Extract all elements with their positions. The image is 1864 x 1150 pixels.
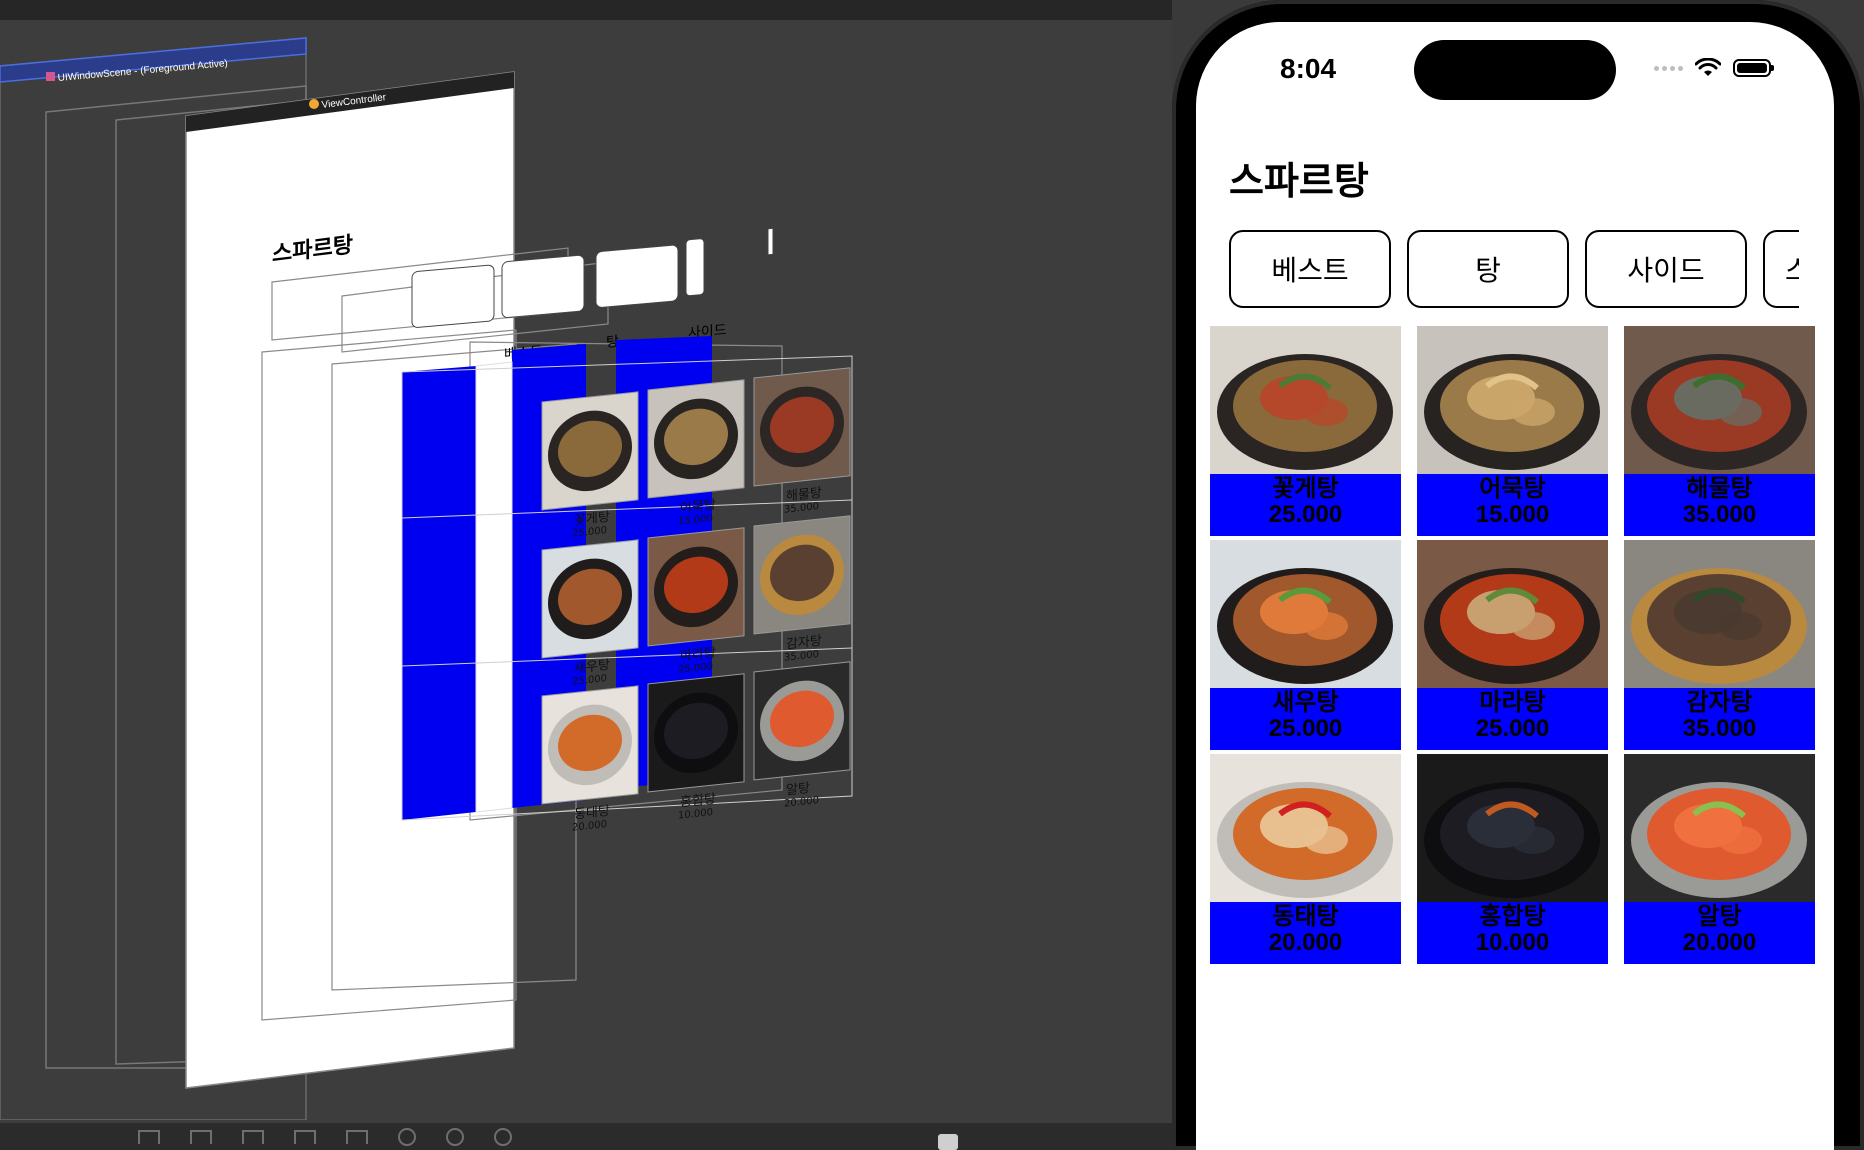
iphone-screen: 8:04 스파르탕 베스트 탕 사이드 스 꽃게탕 25.000 어묵탕 15.000…	[1196, 22, 1834, 1150]
wifi-icon	[1695, 58, 1721, 76]
menu-item-price: 35.000	[1682, 501, 1757, 528]
layer-thumbnails[interactable]: 꽃게탕25.000어묵탕15.000해물탕35.000새우탕25.000마라탕2…	[541, 367, 851, 837]
menu-item-name: 동태탕	[1272, 903, 1339, 930]
layer-item-price: 35.000	[784, 649, 819, 664]
exploded-view-canvas[interactable]: UIWindowScene - (Foreground Active) View…	[0, 20, 1172, 1120]
menu-item[interactable]: 새우탕 25.000	[1210, 540, 1401, 750]
menu-item[interactable]: 어묵탕 15.000	[1417, 326, 1608, 536]
menu-item-price: 35.000	[1682, 715, 1757, 742]
tab-more-partial[interactable]: 스	[1763, 230, 1799, 308]
menu-item-photo	[1624, 326, 1815, 474]
menu-item-photo	[1624, 754, 1815, 902]
status-indicators	[1654, 58, 1774, 78]
layer-item-price: 20.000	[572, 819, 607, 834]
zoom-actual-icon[interactable]	[446, 1127, 464, 1146]
layer-menu-cell[interactable]: 감자탕35.000	[753, 515, 851, 667]
zoom-out-icon[interactable]	[398, 1127, 416, 1146]
tab-best[interactable]: 베스트	[1229, 230, 1391, 308]
show-clipped-icon[interactable]	[138, 1129, 160, 1144]
menu-item-photo	[1210, 540, 1401, 688]
layer-item-price: 25.000	[572, 525, 607, 540]
xcode-top-bar	[0, 0, 1172, 20]
menu-item-photo	[1210, 754, 1401, 902]
menu-item-photo	[1417, 326, 1608, 474]
menu-item[interactable]: 홍합탕 10.000	[1417, 754, 1608, 964]
layer-item-price: 25.000	[572, 673, 607, 688]
spacing-slider-knob[interactable]	[938, 1134, 958, 1150]
menu-item[interactable]: 알탕 20.000	[1624, 754, 1815, 964]
menu-item-name: 해물탕	[1686, 475, 1753, 502]
menu-item-price: 15.000	[1475, 501, 1550, 528]
layer-item-price: 20.000	[784, 795, 819, 810]
adjust-view-mode-icon[interactable]	[242, 1129, 264, 1144]
menu-item-price: 25.000	[1268, 501, 1343, 528]
cellular-signal-icon	[1654, 65, 1683, 71]
orient-2d-icon[interactable]	[346, 1129, 368, 1144]
layer-menu-cell[interactable]: 동태탕20.000	[541, 685, 639, 837]
debug-bar	[0, 1123, 1172, 1150]
menu-item-photo	[1417, 540, 1608, 688]
status-time: 8:04	[1280, 53, 1337, 84]
menu-item[interactable]: 감자탕 35.000	[1624, 540, 1815, 750]
menu-item-photo	[1210, 326, 1401, 474]
menu-item[interactable]: 해물탕 35.000	[1624, 326, 1815, 536]
view-hierarchy-debugger: UIWindowScene - (Foreground Active) View…	[0, 0, 1172, 1150]
menu-item-name: 어묵탕	[1479, 475, 1546, 502]
menu-item-name: 새우탕	[1272, 689, 1339, 716]
show-constraints-icon[interactable]	[190, 1129, 212, 1144]
tab-side[interactable]: 사이드	[1585, 230, 1747, 308]
menu-item-name: 알탕	[1697, 903, 1742, 930]
layer-menu-cell[interactable]: 알탕20.000	[753, 661, 851, 813]
layer-item-price: 10.000	[678, 807, 713, 822]
menu-item-price: 10.000	[1475, 929, 1550, 956]
tab-stew[interactable]: 탕	[1407, 230, 1569, 308]
layer-item-price: 35.000	[784, 501, 819, 516]
menu-item[interactable]: 마라탕 25.000	[1417, 540, 1608, 750]
layer-menu-cell[interactable]: 해물탕35.000	[753, 367, 851, 519]
menu-item[interactable]: 꽃게탕 25.000	[1210, 326, 1401, 536]
menu-item-photo	[1624, 540, 1815, 688]
menu-item-name: 꽃게탕	[1272, 475, 1339, 502]
app-title: 스파르탕	[1229, 161, 1369, 203]
menu-item-price: 20.000	[1682, 929, 1757, 956]
menu-item-price: 25.000	[1475, 715, 1550, 742]
change-canvas-bg-icon[interactable]	[294, 1129, 316, 1144]
battery-icon	[1733, 59, 1774, 77]
menu-item-price: 25.000	[1268, 715, 1343, 742]
menu-item-name: 홍합탕	[1479, 903, 1546, 930]
menu-item-price: 20.000	[1268, 929, 1343, 956]
menu-item-name: 마라탕	[1479, 689, 1546, 716]
menu-item-name: 감자탕	[1686, 689, 1753, 716]
zoom-in-icon[interactable]	[494, 1127, 512, 1146]
menu-item-photo	[1417, 754, 1608, 902]
menu-item[interactable]: 동태탕 20.000	[1210, 754, 1401, 964]
dynamic-island	[1414, 40, 1616, 100]
category-tab-bar[interactable]: 베스트 탕 사이드 스	[1229, 228, 1799, 310]
